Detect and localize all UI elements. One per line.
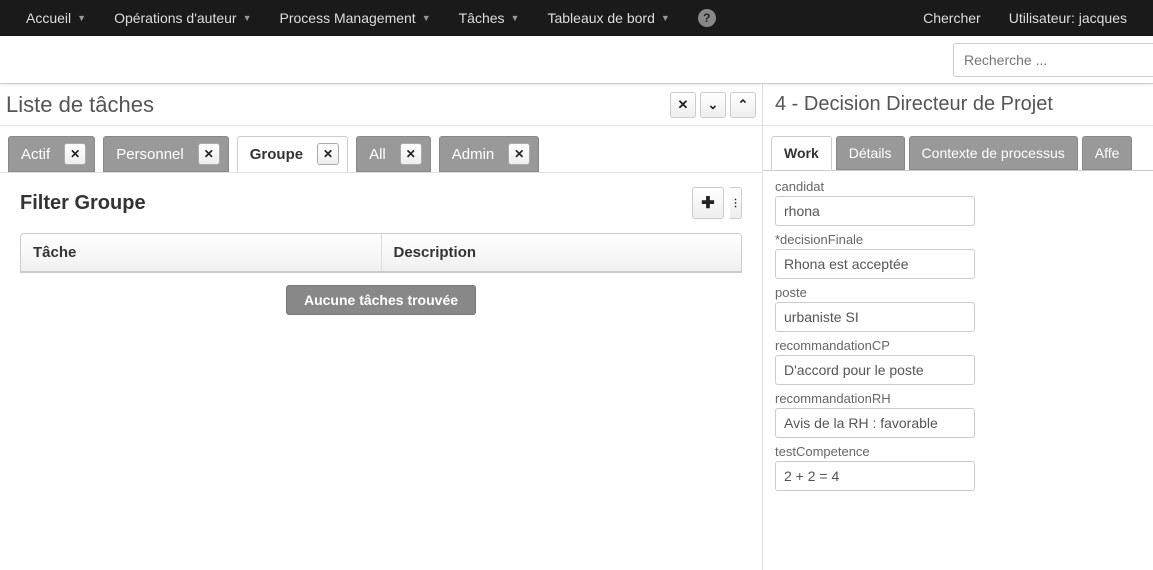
tab-details[interactable]: Détails [836, 136, 905, 170]
no-tasks-message: Aucune tâches trouvée [286, 285, 476, 315]
chevron-down-icon: ▼ [77, 13, 86, 23]
expand-down-button[interactable]: ⌄ [700, 92, 726, 118]
input-poste[interactable] [775, 302, 975, 332]
right-tabs: Work Détails Contexte de processus Affe [763, 126, 1153, 171]
more-button[interactable]: ⋮ [730, 187, 742, 219]
filter-title: Filter Groupe [20, 192, 146, 215]
tab-actif[interactable]: Actif✕ [8, 136, 95, 172]
left-panel-title: Liste de tâches [6, 92, 154, 118]
label-candidat: candidat [775, 179, 1141, 194]
top-nav: Accueil▼ Opérations d'auteur▼ Process Ma… [0, 0, 1153, 36]
menu-icon: ⋮ [731, 198, 741, 209]
col-description[interactable]: Description [382, 234, 742, 271]
label-test-competence: testCompetence [775, 444, 1141, 459]
input-recommandation-cp[interactable] [775, 355, 975, 385]
close-icon[interactable]: ✕ [198, 143, 220, 165]
close-icon: ✕ [678, 97, 689, 113]
work-form: candidat *decisionFinale poste recommand… [763, 171, 1153, 505]
input-test-competence[interactable] [775, 461, 975, 491]
left-tabs: Actif✕ Personnel✕ Groupe✕ All✕ Admin✕ [0, 126, 762, 173]
search-input[interactable] [953, 43, 1153, 77]
nav-dashboards[interactable]: Tableaux de bord▼ [533, 0, 683, 36]
left-panel-header: Liste de tâches ✕ ⌄ ⌃ [0, 84, 762, 126]
tab-personnel[interactable]: Personnel✕ [103, 136, 229, 172]
nav-process-mgmt[interactable]: Process Management▼ [266, 0, 445, 36]
label-recommandation-cp: recommandationCP [775, 338, 1141, 353]
close-icon[interactable]: ✕ [64, 143, 86, 165]
right-panel: 4 - Decision Directeur de Projet Work Dé… [763, 84, 1153, 570]
label-decision-finale: *decisionFinale [775, 232, 1141, 247]
nav-user[interactable]: Utilisateur: jacques [995, 0, 1141, 36]
chevron-down-icon: ▼ [243, 13, 252, 23]
left-panel: Liste de tâches ✕ ⌄ ⌃ Actif✕ Personnel✕ … [0, 84, 763, 570]
label-recommandation-rh: recommandationRH [775, 391, 1141, 406]
tab-groupe[interactable]: Groupe✕ [237, 136, 348, 172]
tab-admin[interactable]: Admin✕ [439, 136, 540, 172]
nav-author-ops[interactable]: Opérations d'auteur▼ [100, 0, 265, 36]
chevron-down-icon: ⌄ [708, 97, 719, 113]
close-icon[interactable]: ✕ [317, 143, 339, 165]
nav-home[interactable]: Accueil▼ [12, 0, 100, 36]
nav-tasks[interactable]: Tâches▼ [445, 0, 534, 36]
chevron-down-icon: ▼ [422, 13, 431, 23]
chevron-down-icon: ▼ [511, 13, 520, 23]
task-table: Tâche Description [20, 233, 742, 273]
close-button[interactable]: ✕ [670, 92, 696, 118]
col-task[interactable]: Tâche [21, 234, 382, 271]
collapse-up-button[interactable]: ⌃ [730, 92, 756, 118]
chevron-up-icon: ⌃ [738, 97, 749, 113]
nav-search[interactable]: Chercher [909, 0, 995, 36]
close-icon[interactable]: ✕ [400, 143, 422, 165]
help-icon[interactable]: ? [698, 9, 716, 27]
sub-bar [0, 36, 1153, 84]
tab-all[interactable]: All✕ [356, 136, 431, 172]
plus-icon: ✚ [701, 193, 714, 213]
right-panel-title: 4 - Decision Directeur de Projet [775, 93, 1053, 116]
tab-work[interactable]: Work [771, 136, 832, 170]
right-panel-header: 4 - Decision Directeur de Projet [763, 84, 1153, 126]
tab-process-context[interactable]: Contexte de processus [909, 136, 1078, 170]
chevron-down-icon: ▼ [661, 13, 670, 23]
label-poste: poste [775, 285, 1141, 300]
add-button[interactable]: ✚ [692, 187, 724, 219]
close-icon[interactable]: ✕ [508, 143, 530, 165]
input-decision-finale[interactable] [775, 249, 975, 279]
input-recommandation-rh[interactable] [775, 408, 975, 438]
input-candidat[interactable] [775, 196, 975, 226]
tab-assign[interactable]: Affe [1082, 136, 1133, 170]
